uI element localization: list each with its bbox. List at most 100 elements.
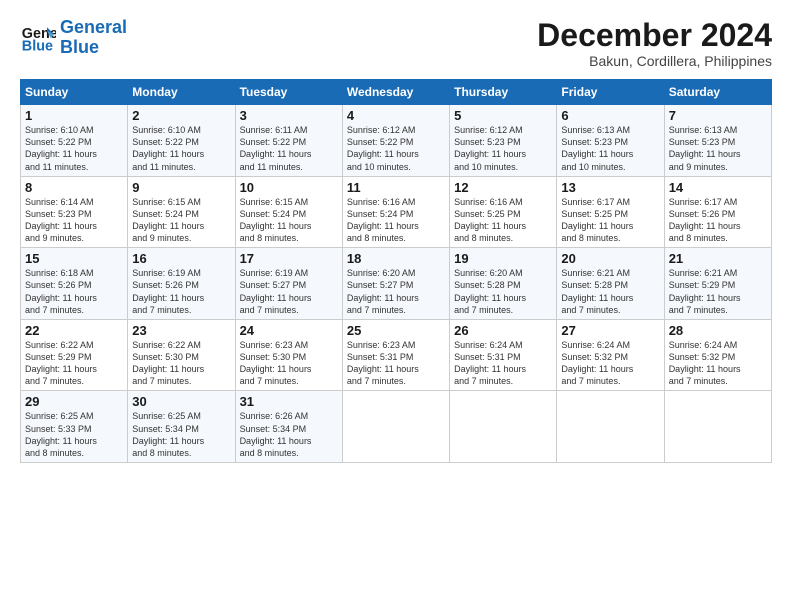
day-number: 29 bbox=[25, 394, 123, 409]
day-info: Sunrise: 6:10 AMSunset: 5:22 PMDaylight:… bbox=[25, 124, 123, 173]
col-header-monday: Monday bbox=[128, 80, 235, 105]
day-number: 4 bbox=[347, 108, 445, 123]
day-info: Sunrise: 6:16 AMSunset: 5:25 PMDaylight:… bbox=[454, 196, 552, 245]
day-info: Sunrise: 6:24 AMSunset: 5:32 PMDaylight:… bbox=[561, 339, 659, 388]
week-row-5: 29Sunrise: 6:25 AMSunset: 5:33 PMDayligh… bbox=[21, 391, 772, 463]
day-info: Sunrise: 6:25 AMSunset: 5:34 PMDaylight:… bbox=[132, 410, 230, 459]
day-info: Sunrise: 6:13 AMSunset: 5:23 PMDaylight:… bbox=[669, 124, 767, 173]
day-cell-9: 9Sunrise: 6:15 AMSunset: 5:24 PMDaylight… bbox=[128, 176, 235, 248]
day-cell-31: 31Sunrise: 6:26 AMSunset: 5:34 PMDayligh… bbox=[235, 391, 342, 463]
day-cell-15: 15Sunrise: 6:18 AMSunset: 5:26 PMDayligh… bbox=[21, 248, 128, 320]
empty-cell bbox=[450, 391, 557, 463]
day-number: 15 bbox=[25, 251, 123, 266]
week-row-1: 1Sunrise: 6:10 AMSunset: 5:22 PMDaylight… bbox=[21, 105, 772, 177]
day-cell-7: 7Sunrise: 6:13 AMSunset: 5:23 PMDaylight… bbox=[664, 105, 771, 177]
day-info: Sunrise: 6:24 AMSunset: 5:31 PMDaylight:… bbox=[454, 339, 552, 388]
svg-text:Blue: Blue bbox=[22, 38, 53, 54]
week-row-2: 8Sunrise: 6:14 AMSunset: 5:23 PMDaylight… bbox=[21, 176, 772, 248]
day-number: 12 bbox=[454, 180, 552, 195]
day-cell-4: 4Sunrise: 6:12 AMSunset: 5:22 PMDaylight… bbox=[342, 105, 449, 177]
day-cell-1: 1Sunrise: 6:10 AMSunset: 5:22 PMDaylight… bbox=[21, 105, 128, 177]
day-number: 10 bbox=[240, 180, 338, 195]
empty-cell bbox=[557, 391, 664, 463]
col-header-wednesday: Wednesday bbox=[342, 80, 449, 105]
day-number: 28 bbox=[669, 323, 767, 338]
col-header-sunday: Sunday bbox=[21, 80, 128, 105]
day-cell-30: 30Sunrise: 6:25 AMSunset: 5:34 PMDayligh… bbox=[128, 391, 235, 463]
day-cell-27: 27Sunrise: 6:24 AMSunset: 5:32 PMDayligh… bbox=[557, 319, 664, 391]
day-info: Sunrise: 6:23 AMSunset: 5:30 PMDaylight:… bbox=[240, 339, 338, 388]
calendar-table: SundayMondayTuesdayWednesdayThursdayFrid… bbox=[20, 79, 772, 463]
day-cell-11: 11Sunrise: 6:16 AMSunset: 5:24 PMDayligh… bbox=[342, 176, 449, 248]
day-info: Sunrise: 6:21 AMSunset: 5:28 PMDaylight:… bbox=[561, 267, 659, 316]
day-info: Sunrise: 6:12 AMSunset: 5:23 PMDaylight:… bbox=[454, 124, 552, 173]
day-info: Sunrise: 6:16 AMSunset: 5:24 PMDaylight:… bbox=[347, 196, 445, 245]
day-number: 24 bbox=[240, 323, 338, 338]
title-block: December 2024 Bakun, Cordillera, Philipp… bbox=[537, 18, 772, 69]
week-row-3: 15Sunrise: 6:18 AMSunset: 5:26 PMDayligh… bbox=[21, 248, 772, 320]
day-cell-3: 3Sunrise: 6:11 AMSunset: 5:22 PMDaylight… bbox=[235, 105, 342, 177]
empty-cell bbox=[664, 391, 771, 463]
day-info: Sunrise: 6:25 AMSunset: 5:33 PMDaylight:… bbox=[25, 410, 123, 459]
day-number: 13 bbox=[561, 180, 659, 195]
day-cell-22: 22Sunrise: 6:22 AMSunset: 5:29 PMDayligh… bbox=[21, 319, 128, 391]
day-cell-26: 26Sunrise: 6:24 AMSunset: 5:31 PMDayligh… bbox=[450, 319, 557, 391]
day-info: Sunrise: 6:20 AMSunset: 5:28 PMDaylight:… bbox=[454, 267, 552, 316]
subtitle: Bakun, Cordillera, Philippines bbox=[537, 53, 772, 69]
day-number: 14 bbox=[669, 180, 767, 195]
day-cell-23: 23Sunrise: 6:22 AMSunset: 5:30 PMDayligh… bbox=[128, 319, 235, 391]
day-info: Sunrise: 6:23 AMSunset: 5:31 PMDaylight:… bbox=[347, 339, 445, 388]
day-cell-19: 19Sunrise: 6:20 AMSunset: 5:28 PMDayligh… bbox=[450, 248, 557, 320]
logo-icon: General Blue bbox=[20, 20, 56, 56]
day-info: Sunrise: 6:22 AMSunset: 5:29 PMDaylight:… bbox=[25, 339, 123, 388]
day-info: Sunrise: 6:15 AMSunset: 5:24 PMDaylight:… bbox=[240, 196, 338, 245]
day-number: 31 bbox=[240, 394, 338, 409]
day-cell-5: 5Sunrise: 6:12 AMSunset: 5:23 PMDaylight… bbox=[450, 105, 557, 177]
col-header-tuesday: Tuesday bbox=[235, 80, 342, 105]
day-number: 30 bbox=[132, 394, 230, 409]
day-info: Sunrise: 6:17 AMSunset: 5:25 PMDaylight:… bbox=[561, 196, 659, 245]
header: General Blue General Blue December 2024 … bbox=[20, 18, 772, 69]
day-info: Sunrise: 6:20 AMSunset: 5:27 PMDaylight:… bbox=[347, 267, 445, 316]
day-cell-25: 25Sunrise: 6:23 AMSunset: 5:31 PMDayligh… bbox=[342, 319, 449, 391]
day-cell-21: 21Sunrise: 6:21 AMSunset: 5:29 PMDayligh… bbox=[664, 248, 771, 320]
day-info: Sunrise: 6:22 AMSunset: 5:30 PMDaylight:… bbox=[132, 339, 230, 388]
day-info: Sunrise: 6:13 AMSunset: 5:23 PMDaylight:… bbox=[561, 124, 659, 173]
day-number: 18 bbox=[347, 251, 445, 266]
day-number: 25 bbox=[347, 323, 445, 338]
day-number: 8 bbox=[25, 180, 123, 195]
day-number: 26 bbox=[454, 323, 552, 338]
day-cell-29: 29Sunrise: 6:25 AMSunset: 5:33 PMDayligh… bbox=[21, 391, 128, 463]
day-info: Sunrise: 6:10 AMSunset: 5:22 PMDaylight:… bbox=[132, 124, 230, 173]
day-number: 19 bbox=[454, 251, 552, 266]
day-cell-8: 8Sunrise: 6:14 AMSunset: 5:23 PMDaylight… bbox=[21, 176, 128, 248]
day-number: 20 bbox=[561, 251, 659, 266]
day-number: 22 bbox=[25, 323, 123, 338]
day-number: 27 bbox=[561, 323, 659, 338]
day-cell-13: 13Sunrise: 6:17 AMSunset: 5:25 PMDayligh… bbox=[557, 176, 664, 248]
day-cell-28: 28Sunrise: 6:24 AMSunset: 5:32 PMDayligh… bbox=[664, 319, 771, 391]
day-number: 23 bbox=[132, 323, 230, 338]
day-info: Sunrise: 6:12 AMSunset: 5:22 PMDaylight:… bbox=[347, 124, 445, 173]
day-number: 1 bbox=[25, 108, 123, 123]
day-number: 2 bbox=[132, 108, 230, 123]
col-header-friday: Friday bbox=[557, 80, 664, 105]
col-header-saturday: Saturday bbox=[664, 80, 771, 105]
day-info: Sunrise: 6:24 AMSunset: 5:32 PMDaylight:… bbox=[669, 339, 767, 388]
day-cell-18: 18Sunrise: 6:20 AMSunset: 5:27 PMDayligh… bbox=[342, 248, 449, 320]
day-info: Sunrise: 6:19 AMSunset: 5:26 PMDaylight:… bbox=[132, 267, 230, 316]
day-number: 9 bbox=[132, 180, 230, 195]
day-cell-20: 20Sunrise: 6:21 AMSunset: 5:28 PMDayligh… bbox=[557, 248, 664, 320]
day-info: Sunrise: 6:14 AMSunset: 5:23 PMDaylight:… bbox=[25, 196, 123, 245]
col-header-thursday: Thursday bbox=[450, 80, 557, 105]
day-info: Sunrise: 6:19 AMSunset: 5:27 PMDaylight:… bbox=[240, 267, 338, 316]
day-info: Sunrise: 6:21 AMSunset: 5:29 PMDaylight:… bbox=[669, 267, 767, 316]
day-number: 7 bbox=[669, 108, 767, 123]
day-number: 21 bbox=[669, 251, 767, 266]
day-number: 5 bbox=[454, 108, 552, 123]
main-title: December 2024 bbox=[537, 18, 772, 53]
empty-cell bbox=[342, 391, 449, 463]
day-info: Sunrise: 6:26 AMSunset: 5:34 PMDaylight:… bbox=[240, 410, 338, 459]
day-number: 17 bbox=[240, 251, 338, 266]
day-cell-6: 6Sunrise: 6:13 AMSunset: 5:23 PMDaylight… bbox=[557, 105, 664, 177]
